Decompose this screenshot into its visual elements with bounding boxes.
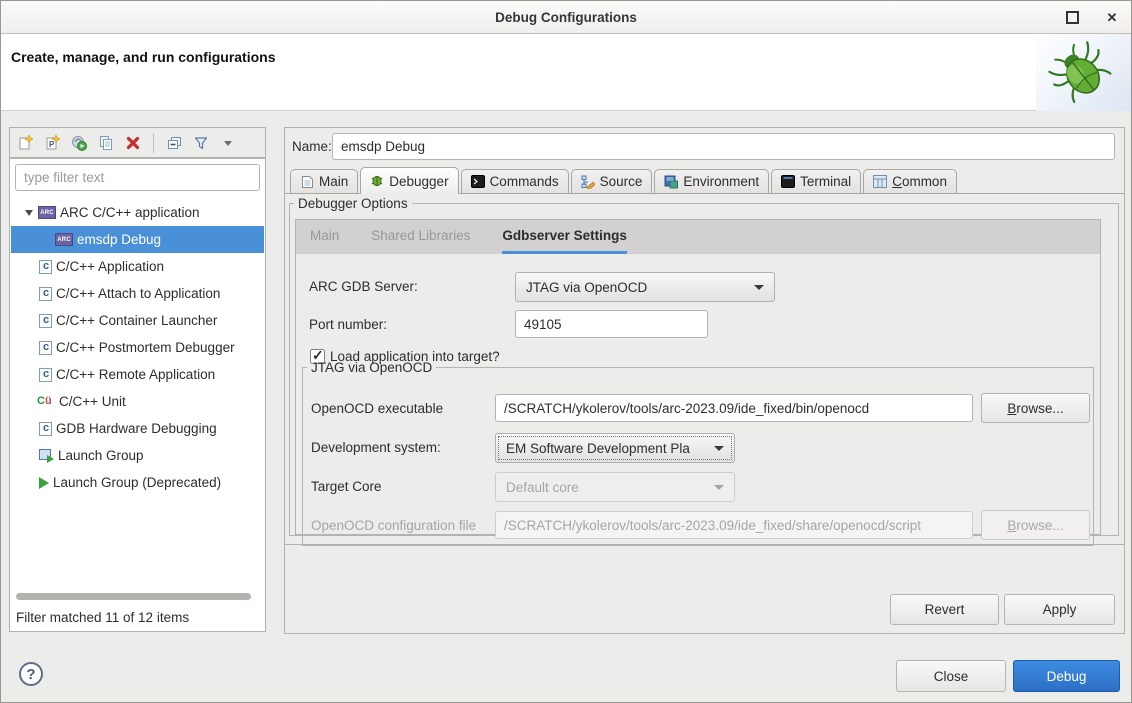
target-core-label: Target Core — [311, 479, 382, 495]
development-system-label: Development system: — [311, 440, 441, 456]
chevron-down-icon — [714, 485, 724, 490]
source-icon — [581, 175, 595, 189]
tree-item-cpp-postmortem[interactable]: C/C++ Postmortem Debugger — [11, 334, 264, 361]
c-app-icon — [39, 314, 52, 328]
openocd-executable-label: OpenOCD executable — [311, 401, 443, 417]
collapse-all-icon[interactable] — [165, 134, 183, 152]
tree-item-cpp-container[interactable]: C/C++ Container Launcher — [11, 307, 264, 334]
debugger-tab-content: Debugger Options Main Shared Libraries G… — [285, 193, 1124, 545]
tab-debugger[interactable]: Debugger — [360, 167, 458, 194]
debugger-subtabs: Main Shared Libraries Gdbserver Settings — [296, 220, 1100, 254]
environment-icon — [664, 175, 678, 189]
configurations-tree: ARC C/C++ application emsdp Debug C/C++ … — [11, 199, 264, 496]
configuration-editor-panel: Name: Main Debugger Commands — [284, 127, 1125, 634]
tree-item-emsdp-debug[interactable]: emsdp Debug — [11, 226, 264, 253]
openocd-config-file-label: OpenOCD configuration file — [311, 518, 476, 534]
c-app-icon — [39, 368, 52, 382]
apply-button[interactable]: Apply — [1004, 594, 1115, 625]
debug-configurations-dialog: Debug Configurations ✕ Create, manage, a… — [0, 0, 1132, 703]
expander-icon[interactable] — [25, 210, 33, 216]
debug-button[interactable]: Debug — [1013, 660, 1120, 692]
maximize-icon[interactable] — [1063, 9, 1081, 27]
close-button[interactable]: Close — [896, 660, 1006, 692]
jtag-openocd-group: JTAG via OpenOCD OpenOCD executable Brow… — [302, 360, 1094, 546]
tab-main[interactable]: Main — [290, 169, 358, 193]
subtab-gdbserver-settings[interactable]: Gdbserver Settings — [502, 220, 627, 254]
document-icon — [300, 175, 314, 189]
console-icon — [471, 175, 485, 189]
close-icon[interactable]: ✕ — [1103, 9, 1121, 27]
tab-source[interactable]: Source — [571, 169, 653, 193]
jtag-openocd-legend: JTAG via OpenOCD — [307, 360, 436, 375]
development-system-combobox[interactable]: EM Software Development Pla — [495, 433, 735, 463]
dialog-header: Create, manage, and run configurations — [1, 34, 1131, 111]
table-icon — [873, 175, 887, 189]
port-number-label: Port number: — [309, 317, 387, 333]
question-mark-icon: ? — [26, 666, 35, 683]
tree-item-launch-group-deprecated[interactable]: Launch Group (Deprecated) — [11, 469, 264, 496]
filter-status: Filter matched 11 of 12 items — [16, 610, 189, 625]
arc-app-icon — [38, 206, 56, 219]
debugger-options-composite: Main Shared Libraries Gdbserver Settings… — [295, 219, 1101, 535]
toolbar-separator — [153, 133, 154, 153]
debugger-options-group: Debugger Options Main Shared Libraries G… — [289, 196, 1119, 536]
c-app-icon — [39, 260, 52, 274]
revert-button[interactable]: Revert — [890, 594, 999, 625]
openocd-executable-input[interactable] — [495, 394, 973, 422]
subtab-shared-libraries[interactable]: Shared Libraries — [371, 220, 470, 254]
configurations-toolbar: P — [9, 127, 266, 158]
tab-environment[interactable]: Environment — [654, 169, 769, 193]
tree-item-gdb-hardware[interactable]: GDB Hardware Debugging — [11, 415, 264, 442]
tree-horizontal-scrollbar[interactable] — [16, 593, 251, 600]
gdbserver-settings-form: ARC GDB Server: JTAG via OpenOCD Port nu… — [296, 254, 1100, 534]
openocd-config-file-input — [495, 511, 973, 539]
gdb-server-combobox[interactable]: JTAG via OpenOCD — [515, 272, 775, 302]
window-title: Debug Configurations — [495, 10, 637, 25]
tree-item-cpp-application[interactable]: C/C++ Application — [11, 253, 264, 280]
svg-text:P: P — [49, 140, 55, 149]
port-number-input[interactable] — [515, 310, 708, 338]
openocd-config-file-browse-button: Browse... — [981, 510, 1090, 540]
tab-common[interactable]: Common — [863, 169, 957, 193]
new-prototype-icon[interactable]: P — [43, 134, 61, 152]
cpp-unit-icon: Cü — [37, 395, 55, 409]
bug-icon — [370, 174, 384, 188]
new-configuration-icon[interactable] — [16, 134, 34, 152]
arc-app-icon — [55, 233, 73, 246]
target-core-combobox: Default core — [495, 472, 735, 502]
duplicate-configuration-icon[interactable] — [97, 134, 115, 152]
configurations-tree-panel: ARC C/C++ application emsdp Debug C/C++ … — [9, 158, 266, 632]
c-app-icon — [39, 287, 52, 301]
name-label: Name: — [292, 139, 332, 154]
editor-tabs: Main Debugger Commands Source — [290, 167, 957, 194]
openocd-executable-browse-button[interactable]: Browse... — [981, 393, 1090, 423]
export-configurations-icon[interactable] — [70, 134, 88, 152]
tree-item-cpp-remote[interactable]: C/C++ Remote Application — [11, 361, 264, 388]
debug-bug-icon — [1047, 39, 1113, 105]
header-title: Create, manage, and run configurations — [11, 49, 276, 65]
chevron-down-icon — [714, 446, 724, 451]
name-input[interactable] — [332, 133, 1115, 160]
titlebar[interactable]: Debug Configurations ✕ — [1, 1, 1131, 34]
tree-item-cpp-unit[interactable]: Cü C/C++ Unit — [11, 388, 264, 415]
subtab-main[interactable]: Main — [310, 220, 339, 254]
c-app-icon — [39, 422, 52, 436]
filter-input[interactable] — [15, 164, 260, 191]
filter-icon[interactable] — [192, 134, 210, 152]
tree-item-arc-application[interactable]: ARC C/C++ application — [11, 199, 264, 226]
c-app-icon — [39, 341, 52, 355]
launch-group-icon — [39, 449, 54, 463]
tab-terminal[interactable]: Terminal — [771, 169, 861, 193]
tree-item-cpp-attach[interactable]: C/C++ Attach to Application — [11, 280, 264, 307]
debugger-options-legend: Debugger Options — [294, 196, 412, 211]
terminal-icon — [781, 175, 795, 189]
filter-menu-arrow-icon[interactable] — [219, 134, 237, 152]
tab-commands[interactable]: Commands — [461, 169, 569, 193]
tree-item-launch-group[interactable]: Launch Group — [11, 442, 264, 469]
help-button[interactable]: ? — [19, 662, 43, 686]
launch-deprecated-icon — [39, 477, 49, 489]
chevron-down-icon — [754, 285, 764, 290]
gdb-server-label: ARC GDB Server: — [309, 279, 418, 295]
delete-configuration-icon[interactable] — [124, 134, 142, 152]
